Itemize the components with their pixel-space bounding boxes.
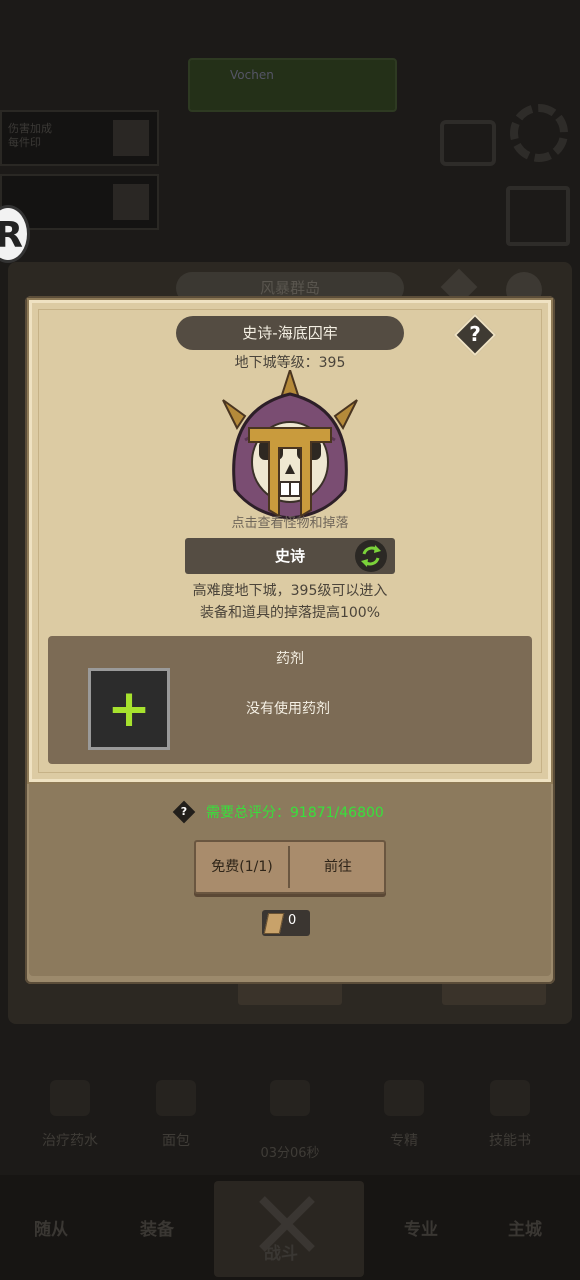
nav-item-city: 主城 [508, 1220, 542, 1240]
scroll-icon [506, 186, 570, 246]
background-side-icon [113, 184, 149, 220]
question-icon[interactable]: ? [176, 802, 192, 822]
required-score: ? 需要总评分：91871/46800 [172, 800, 422, 824]
mastery-icon [384, 1080, 424, 1116]
skull-helmet-icon[interactable] [215, 370, 365, 522]
free-button[interactable]: 免费(1/1) [196, 842, 288, 892]
description-line: 装备和道具的掉落提高100% [199, 605, 381, 621]
background-item-label: 技能书 [489, 1133, 531, 1149]
dungeon-description: 高难度地下城，395级可以进入 装备和道具的掉落提高100% [120, 580, 460, 624]
ticket-count: 0 [288, 913, 297, 928]
background-side-box: 伤害加成 每件印 [0, 110, 159, 166]
background-item: 专精 [364, 1080, 444, 1150]
action-buttons: 免费(1/1) 前往 [194, 840, 386, 894]
button-divider [288, 846, 290, 888]
background-item-label: 专精 [390, 1133, 418, 1149]
background-timer: 03分06秒 [260, 1146, 320, 1161]
ticket-counter: 0 [262, 910, 310, 936]
plus-icon: + [107, 679, 151, 739]
description-line: 高难度地下城，395级可以进入 [192, 583, 388, 599]
swap-button[interactable] [355, 540, 387, 572]
background-item-label: 面包 [162, 1133, 190, 1149]
dungeon-title: 史诗-海底囚牢 [176, 316, 404, 350]
go-button[interactable]: 前往 [292, 842, 384, 892]
nav-item-battle-label: 战斗 [264, 1244, 298, 1264]
skillbook-icon [490, 1080, 530, 1116]
background-item [250, 1080, 330, 1130]
scroll-ticket-icon [263, 913, 285, 934]
background-item-label: 治疗药水 [42, 1133, 98, 1149]
nav-item-profession: 专业 [404, 1220, 438, 1240]
gear-icon [510, 104, 568, 162]
background-side-label: 伤害加成 每件印 [8, 122, 52, 149]
background-item: 技能书 [470, 1080, 550, 1150]
background-item: 面包 [136, 1080, 216, 1150]
potion-empty-text: 没有使用药剂 [246, 701, 330, 717]
potion-title: 药剂 [276, 651, 304, 667]
boss-hint-text[interactable]: 点击查看怪物和掉落 [190, 512, 390, 531]
bread-icon [156, 1080, 196, 1116]
nav-item-equipment: 装备 [140, 1220, 174, 1240]
background-side-icon [113, 120, 149, 156]
required-score-text: 需要总评分：91871/46800 [206, 805, 384, 821]
background-item: 治疗药水 [30, 1080, 110, 1150]
chest-icon [270, 1080, 310, 1116]
potion-add-slot[interactable]: + [88, 668, 170, 750]
swap-icon [361, 545, 381, 567]
gift-icon [440, 120, 496, 166]
nav-item-followers: 随从 [34, 1220, 68, 1240]
background-banner-text: Vochen [230, 68, 274, 82]
potion-panel: 药剂 + 没有使用药剂 [48, 636, 532, 764]
background-bottom-nav: 随从 装备 战斗 专业 主城 [0, 1175, 580, 1280]
difficulty-selector[interactable]: 史诗 [185, 538, 395, 574]
dungeon-level: 地下城等级：395 [234, 355, 346, 371]
help-icon[interactable]: ? [460, 318, 490, 350]
background-gift [430, 112, 500, 172]
potion-icon [50, 1080, 90, 1116]
background-top-banner: Vochen [188, 58, 397, 112]
nav-item-battle: 战斗 [214, 1181, 364, 1277]
